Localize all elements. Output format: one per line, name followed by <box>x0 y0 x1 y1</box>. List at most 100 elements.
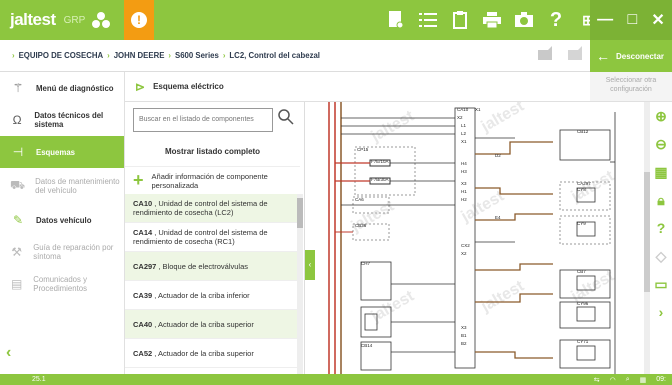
next-icon[interactable]: › <box>650 298 672 326</box>
breadcrumb-item[interactable]: EQUIPO DE COSECHA <box>19 51 103 60</box>
component-desc: , Unidad de control del sistema de rendi… <box>133 199 268 217</box>
sidebar-item-technical-data[interactable]: Ω Datos técnicos del sistema <box>0 104 124 136</box>
time-label: 09: <box>656 376 666 383</box>
sidebar-item-label: Esquemas <box>36 147 76 157</box>
list-item[interactable]: CA39, Actuador de la criba inferior <box>125 281 297 310</box>
breadcrumb-item[interactable]: S600 Series <box>175 51 219 60</box>
help-question-icon[interactable]: ? <box>650 214 672 242</box>
zoom-out-icon[interactable]: ⊖ <box>650 130 672 158</box>
diagram-label: H4 <box>461 161 467 166</box>
watermark: jaltest <box>478 102 528 136</box>
alert-button[interactable]: ! <box>124 0 154 40</box>
maximize-icon[interactable]: □ <box>627 11 637 29</box>
electric-diagram[interactable]: jaltest jaltest jaltest jaltest jaltest jalte… <box>315 102 645 374</box>
panel-header: ⊳ Esquema eléctrico <box>125 72 672 102</box>
list-icon[interactable] <box>412 0 444 40</box>
calendar-icon: ▦ <box>639 376 647 384</box>
component-panel: Buscar en el listado de componentes Most… <box>125 102 305 374</box>
list-item[interactable]: CA10, Unidad de control del sistema de r… <box>125 194 297 223</box>
lock-icon[interactable]: 🔒︎ <box>650 186 672 214</box>
show-all-button[interactable]: Mostrar listado completo <box>125 138 300 166</box>
diagram-label: CB14 <box>361 343 373 348</box>
sidebar-item-label: Datos de mantenimiento del vehículo <box>35 177 120 195</box>
scrollbar-thumb[interactable] <box>297 198 303 228</box>
usb-icon: ⇆ <box>593 376 600 384</box>
component-list: CA10, Unidad de control del sistema de r… <box>125 194 297 374</box>
list-item-text: CA297, Bloque de electroválvulas <box>133 262 248 271</box>
component-desc: , Actuador de la criba superior <box>154 348 254 358</box>
camera-icon[interactable] <box>508 0 540 40</box>
version-label: 25.1 <box>32 376 46 383</box>
brand: jaltest GRP <box>0 0 120 40</box>
sidebar-item-vehicle-data[interactable]: ✎ Datos vehículo <box>0 204 124 236</box>
diagram-label: CB36 <box>355 223 367 228</box>
list-item[interactable]: CA52, Actuador de la criba superior <box>125 339 297 368</box>
arrow-left-icon: ← <box>596 48 610 64</box>
status-icons: ⇆ ◠ ⌕ ▦ 09: <box>594 374 666 385</box>
eraser-icon[interactable]: ◇ <box>650 242 672 270</box>
chevron-right-icon: › <box>12 51 15 60</box>
diagram-label: CH7 <box>361 261 370 266</box>
close-icon[interactable]: ✕ <box>651 10 664 30</box>
diagram-label: X1 <box>475 107 481 112</box>
omega-icon: Ω <box>12 113 22 127</box>
list-item[interactable]: CA40, Actuador de la criba superior <box>125 310 297 339</box>
guide-icon: ⚒ <box>11 245 22 259</box>
collapse-panel-button[interactable]: ‹ <box>305 250 315 280</box>
search-icon[interactable] <box>277 108 297 128</box>
layers-icon[interactable]: ▦ <box>650 158 672 186</box>
component-code: CA14 <box>133 228 153 237</box>
diagram-label: H1 <box>461 189 467 194</box>
sidebar-item-repair-guide[interactable]: ⚒ Guía de reparación por síntoma <box>0 236 124 268</box>
electric-schema-icon: ⊳ <box>135 79 146 94</box>
diagram-label: F7E/10A <box>371 159 389 164</box>
zoom-in-icon[interactable]: ⊕ <box>650 102 672 130</box>
diagram-label: X2 <box>461 251 467 256</box>
watermark-layer: jaltest jaltestjaltest jaltestjaltestjalte… <box>348 102 618 326</box>
report-icon[interactable] <box>380 0 412 40</box>
sidebar-item-label: Datos técnicos del sistema <box>34 111 104 129</box>
search-input[interactable]: Buscar en el listado de componentes <box>133 108 273 132</box>
list-item-text: CA14, Unidad de control del sistema de r… <box>133 228 289 246</box>
breadcrumb-item[interactable]: LC2, Control del cabezal <box>229 51 320 60</box>
printer-icon[interactable] <box>476 0 508 40</box>
help-icon[interactable]: ? <box>540 0 572 40</box>
list-item[interactable]: CA14, Unidad de control del sistema de r… <box>125 223 297 252</box>
sidebar-item-diagnostic-menu[interactable]: ⚚ Menú de diagnóstico <box>0 72 124 104</box>
diagram-label: CA297 <box>577 181 591 186</box>
watermark: jaltest <box>348 197 398 236</box>
diagram-label: X3 <box>461 325 467 330</box>
list-item[interactable]: CA297, Bloque de electroválvulas <box>125 252 297 281</box>
diagram-label: CX2 <box>461 243 470 248</box>
test-icon[interactable] <box>535 44 555 64</box>
component-scrollbar[interactable] <box>297 194 303 374</box>
diagram-label: F7B/30A <box>371 177 389 182</box>
clipboard-icon[interactable] <box>444 0 476 40</box>
disconnect-button[interactable]: ← Desconectar <box>590 40 672 72</box>
chevron-right-icon: › <box>168 51 172 60</box>
diagram-label: D2 <box>495 153 501 158</box>
diagram-label: X1 <box>461 139 467 144</box>
diagram-label: CB7 <box>577 269 586 274</box>
page-icon[interactable]: ▭ <box>650 270 672 298</box>
brand-name: jaltest <box>10 10 56 29</box>
minimize-icon[interactable]: — <box>597 11 613 29</box>
test-alt-icon[interactable] <box>565 44 585 64</box>
vehicle-icon: ⛟ <box>10 178 26 192</box>
sidebar-item-label: Comunicados y Procedimientos <box>33 275 87 293</box>
brand-sub: GRP <box>63 14 86 26</box>
breadcrumb-item[interactable]: JOHN DEERE <box>114 51 165 60</box>
diagnostic-icon: ⚚ <box>12 81 24 95</box>
sidebar-item-bulletins[interactable]: ▤ Comunicados y Procedimientos <box>0 268 124 300</box>
chevron-right-icon: › <box>107 51 110 60</box>
sidebar: ⚚ Menú de diagnóstico Ω Datos técnicos d… <box>0 72 125 374</box>
diagram-label: X3 <box>461 181 467 186</box>
sidebar-item-schemas[interactable]: ⊣ Esquemas <box>0 136 124 168</box>
component-desc: , Actuador de la criba inferior <box>154 290 250 300</box>
chevron-left-icon[interactable]: ‹ <box>6 344 11 362</box>
sidebar-item-maintenance[interactable]: ⛟ Datos de mantenimiento del vehículo <box>0 168 124 204</box>
component-desc: , Actuador de la criba superior <box>154 319 254 329</box>
diagram-label: L1 <box>461 123 467 128</box>
add-info-button[interactable]: + Añadir información de componente perso… <box>125 166 300 194</box>
diagram-label: E4 <box>495 215 501 220</box>
